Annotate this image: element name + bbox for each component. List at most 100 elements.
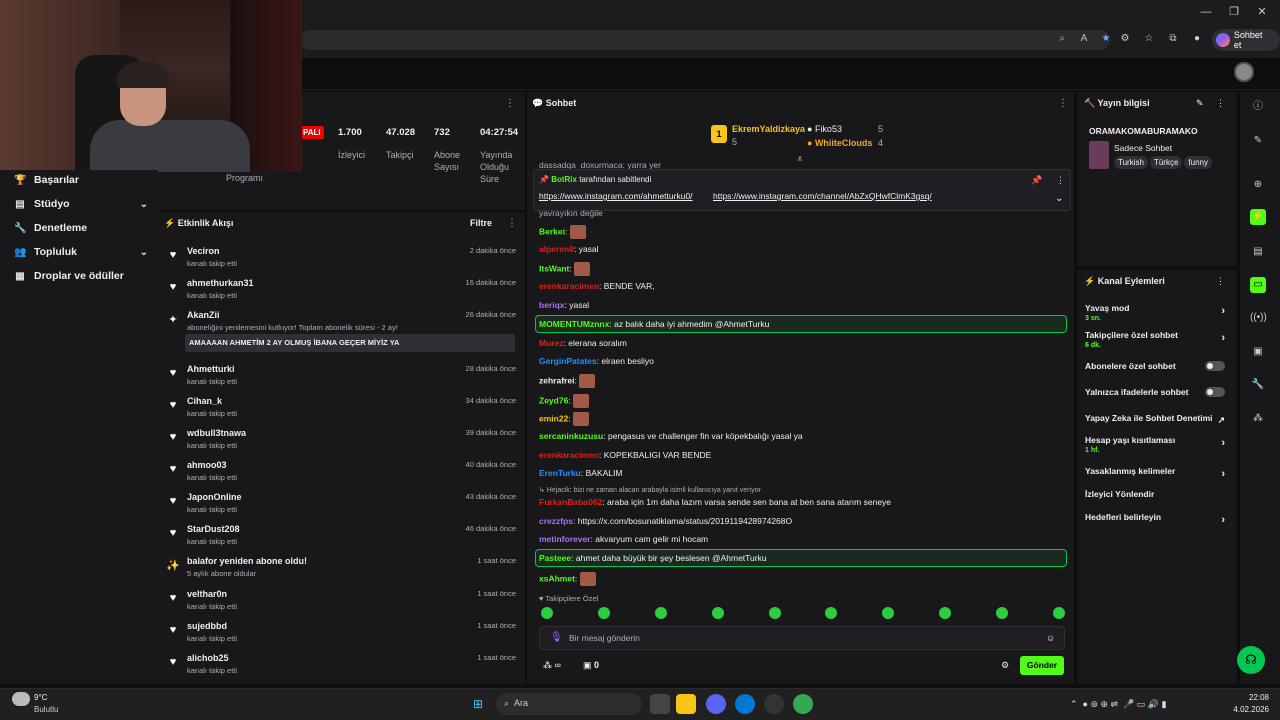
toggle-switch[interactable]: [1205, 361, 1225, 371]
chat-settings-icon[interactable]: ⚙: [1001, 660, 1009, 671]
emote-icon[interactable]: [1052, 607, 1065, 619]
chat-username[interactable]: FurkanBaba062: [539, 497, 602, 507]
task-view-icon[interactable]: [650, 694, 670, 714]
activity-name[interactable]: balafor yeniden abone oldu!: [187, 556, 307, 566]
pinned-more-icon[interactable]: ⋮: [1056, 175, 1065, 186]
emote-icon[interactable]: [768, 607, 781, 619]
emote-icon[interactable]: [541, 607, 553, 619]
activity-name[interactable]: StarDust208: [187, 524, 240, 534]
pinned-link[interactable]: https://www.instagram.com/channel/AbZxQH…: [713, 191, 932, 201]
obs-icon[interactable]: [764, 694, 784, 714]
emote-icon[interactable]: [939, 607, 952, 619]
chat-username[interactable]: xsAhmet: [539, 573, 575, 583]
edit-icon[interactable]: ✎: [1196, 98, 1204, 109]
toggle-switch[interactable]: [1205, 387, 1225, 397]
pen-icon[interactable]: ✎: [1250, 133, 1266, 149]
stats-more-icon[interactable]: ⋮: [505, 98, 515, 109]
chat-bubble-icon[interactable]: ▭: [1250, 277, 1266, 293]
chat-more-icon[interactable]: ⋮: [1058, 98, 1068, 109]
layout-icon[interactable]: ▣: [1250, 344, 1266, 360]
extensions-icon[interactable]: ⚙: [1118, 32, 1132, 46]
nav-item-moderation[interactable]: 🔧 Denetleme: [14, 220, 148, 236]
emote-icon[interactable]: [882, 607, 895, 619]
pinned-link[interactable]: https://www.instagram.com/ahmetturku0/: [539, 191, 693, 201]
collapse-leaderboard-icon[interactable]: ⩡: [797, 154, 803, 165]
activity-name[interactable]: velthar0n: [187, 589, 227, 599]
taskbar-search[interactable]: ⌕ Ara: [496, 693, 642, 715]
category-thumbnail[interactable]: [1089, 141, 1109, 169]
chat-username[interactable]: beriqx: [539, 300, 565, 310]
emote-icon[interactable]: [996, 607, 1008, 619]
nav-item-drops[interactable]: ▦ Droplar ve ödüller: [14, 268, 148, 284]
channel-action-row[interactable]: Abonelere özel sohbet: [1085, 361, 1230, 371]
activity-row[interactable]: ♥ Ahmetturki kanalı takip etti 28 dakika ön…: [166, 364, 516, 392]
chat-username[interactable]: ErenTurku: [539, 468, 581, 478]
activity-row[interactable]: ✨ balafor yeniden abone oldu! 5 aylık abon…: [166, 556, 516, 584]
favorites-icon[interactable]: ☆: [1142, 32, 1156, 46]
activity-name[interactable]: AkanZii: [187, 310, 220, 320]
activity-name[interactable]: ahmoo03: [187, 460, 227, 470]
address-bar[interactable]: [300, 30, 1110, 50]
activity-row[interactable]: ♥ JaponOnline kanalı takip etti 43 dakika ö…: [166, 492, 516, 520]
chevron-down-icon[interactable]: ⌄: [1055, 193, 1063, 204]
activity-row[interactable]: ♥ alichob25 kanalı takip etti 1 saat önce: [166, 653, 516, 681]
info-icon[interactable]: ⓘ: [1250, 99, 1266, 115]
channel-action-row[interactable]: Hedefleri belirleyin ›: [1085, 512, 1230, 526]
chat-username[interactable]: Zeyd76: [539, 395, 568, 405]
activity-name[interactable]: Veciron: [187, 246, 220, 256]
channel-action-row[interactable]: Yasaklanmış kelimeler ›: [1085, 466, 1230, 480]
activity-more-icon[interactable]: ⋮: [507, 218, 517, 229]
edge-icon[interactable]: [735, 694, 755, 714]
rewards-icon[interactable]: ⁂ ∞: [543, 660, 561, 671]
stream-category[interactable]: Sadece Sohbet: [1114, 143, 1172, 153]
tag[interactable]: Turkish: [1114, 156, 1148, 169]
activity-name[interactable]: Cihan_k: [187, 396, 222, 406]
microphone-icon[interactable]: 🎙: [550, 632, 563, 643]
clock-time[interactable]: 22:08: [1233, 693, 1269, 702]
activity-row[interactable]: ♥ Veciron kanalı takip etti 2 dakika önce: [166, 246, 516, 274]
start-icon[interactable]: ⊞: [468, 694, 488, 714]
activity-row[interactable]: ♥ ahmoo03 kanalı takip etti 40 dakika önce: [166, 460, 516, 488]
activity-filter-button[interactable]: Filtre: [470, 218, 492, 228]
leader-name[interactable]: ● Fiko53: [807, 124, 842, 134]
chrome-icon[interactable]: [793, 694, 813, 714]
discord-icon[interactable]: [706, 694, 726, 714]
channel-action-row[interactable]: İzleyici Yönlendir: [1085, 489, 1230, 499]
wrench-icon[interactable]: 🔧: [1250, 377, 1266, 393]
close-button[interactable]: ✕: [1255, 5, 1269, 19]
store-icon[interactable]: ▣ 0: [583, 660, 599, 671]
favorite-star-icon[interactable]: ★: [1099, 32, 1113, 46]
channel-action-row[interactable]: Yapay Zeka ile Sohbet Denetimi ↗: [1085, 413, 1230, 425]
activity-name[interactable]: alichob25: [187, 653, 229, 663]
community-icon[interactable]: ⁂: [1250, 411, 1266, 427]
support-chat-icon[interactable]: ☊: [1237, 646, 1265, 674]
broadcast-icon[interactable]: ((•)): [1250, 310, 1267, 326]
activity-row[interactable]: ♥ StarDust208 kanalı takip etti 46 dakika ö…: [166, 524, 516, 552]
minimize-button[interactable]: —: [1199, 5, 1213, 19]
chat-username[interactable]: erenkaracimen: [539, 450, 599, 460]
emote-icon[interactable]: [654, 607, 667, 619]
clock-date[interactable]: 4.02.2026: [1225, 705, 1269, 714]
activity-name[interactable]: Ahmetturki: [187, 364, 235, 374]
read-aloud-icon[interactable]: A: [1077, 32, 1091, 46]
file-explorer-icon[interactable]: [676, 694, 696, 714]
zoom-icon[interactable]: ⌕: [1055, 32, 1069, 46]
chat-username[interactable]: GerginPatates: [539, 356, 597, 366]
tag[interactable]: Türkçe: [1149, 156, 1183, 169]
channel-action-row[interactable]: Yalnızca ifadelerle sohbet: [1085, 387, 1230, 397]
activity-row[interactable]: ♥ ahmethurkan31 kanalı takip etti 16 dakika…: [166, 278, 516, 306]
activity-name[interactable]: wdbull3tnawa: [187, 428, 246, 438]
activity-row[interactable]: ♥ Cihan_k kanalı takip etti 34 dakika önce: [166, 396, 516, 424]
collections-icon[interactable]: ⧉: [1166, 32, 1180, 46]
chat-username[interactable]: Murez: [539, 338, 564, 348]
document-icon[interactable]: ▤: [1250, 244, 1266, 260]
stream-info-more-icon[interactable]: ⋮: [1216, 98, 1225, 109]
activity-row[interactable]: ♥ sujedbbd kanalı takip etti 1 saat önce: [166, 621, 516, 649]
channel-actions-more-icon[interactable]: ⋮: [1216, 276, 1225, 287]
tray-icons[interactable]: ⌃ ● ⊛ ⊕ ⇌ 🎤 ▭ 🔊 ▮: [1070, 699, 1166, 710]
user-avatar[interactable]: [1234, 62, 1254, 82]
activity-name[interactable]: JaponOnline: [187, 492, 242, 502]
copilot-button[interactable]: Sohbet et: [1212, 29, 1280, 51]
weather-desc[interactable]: Bulutlu: [34, 705, 58, 714]
activity-row[interactable]: ♥ velthar0n kanalı takip etti 1 saat önce: [166, 589, 516, 617]
